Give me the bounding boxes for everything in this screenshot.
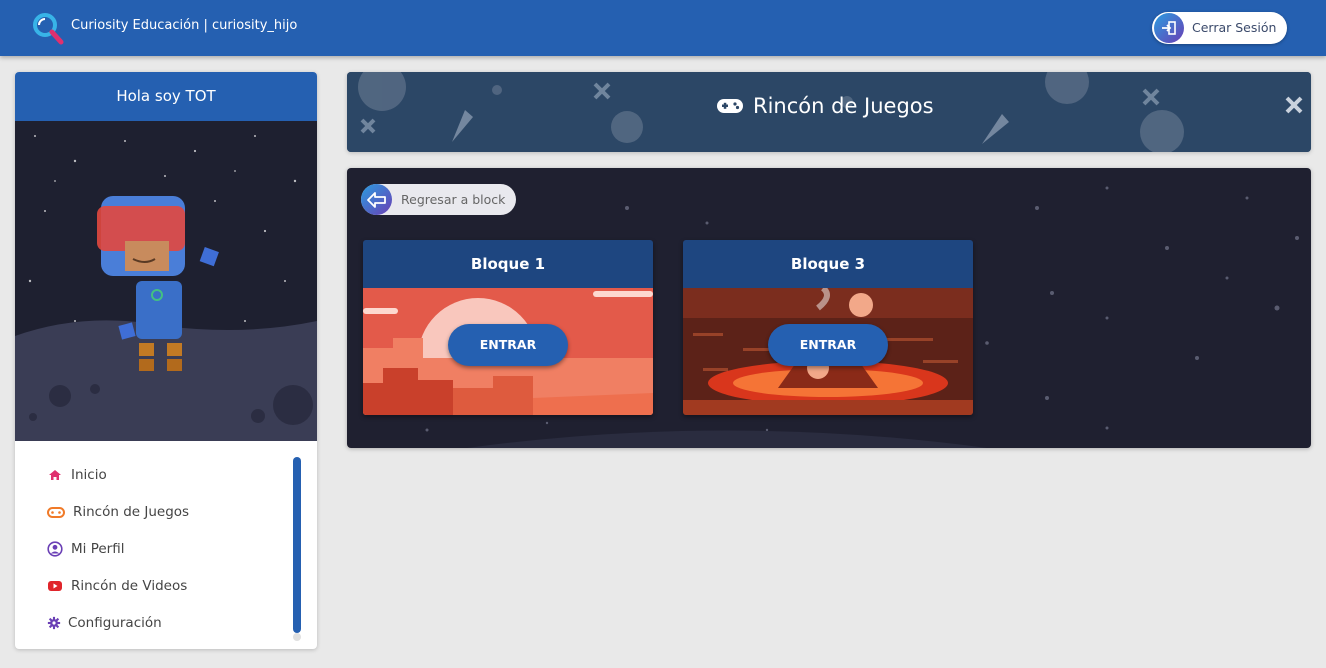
sidebar-item-label: Configuración	[68, 615, 162, 631]
sidebar-item-label: Rincón de Videos	[71, 578, 188, 594]
banner-title: Rincón de Juegos	[717, 94, 934, 118]
user-circle-icon	[47, 541, 63, 557]
sidebar-item-rincon-de-juegos[interactable]: Rincón de Juegos	[47, 500, 189, 524]
block-card-title: Bloque 3	[683, 240, 973, 288]
logout-button[interactable]: Cerrar Sesión	[1152, 12, 1287, 44]
sidebar-item-label: Mi Perfil	[71, 541, 125, 557]
sidebar-item-label: Rincón de Juegos	[73, 504, 190, 520]
close-icon[interactable]	[1285, 96, 1303, 114]
back-to-block-button[interactable]: Regresar a block	[361, 184, 516, 215]
sidebar-item-inicio[interactable]: Inicio	[47, 463, 107, 487]
youtube-icon	[48, 581, 62, 591]
sidebar-greeting: Hola soy TOT	[15, 72, 317, 121]
avatar-illustration	[15, 121, 317, 441]
sidebar-item-configuracion[interactable]: Configuración	[47, 611, 162, 635]
home-icon	[49, 470, 61, 480]
gamepad-icon	[717, 99, 743, 113]
logout-icon	[1154, 13, 1184, 43]
back-button-label: Regresar a block	[401, 192, 506, 207]
block-card: Bloque 1 ENTRAR	[363, 240, 653, 415]
sidebar: Hola soy TOT Inicio Rincón de Juegos Mi …	[15, 72, 317, 649]
page-banner: Rincón de Juegos	[347, 72, 1311, 152]
sidebar-item-mi-perfil[interactable]: Mi Perfil	[47, 537, 124, 561]
enter-button[interactable]: ENTRAR	[448, 324, 568, 366]
block-card: Bloque 3 ENTRAR	[683, 240, 973, 415]
gear-icon	[47, 616, 61, 630]
blocks-panel: Regresar a block Bloque 1 ENTRAR Bloque …	[347, 168, 1311, 448]
curiosity-logo-icon	[33, 13, 64, 45]
brand-title: Curiosity Educación | curiosity_hijo	[71, 18, 298, 33]
logout-label: Cerrar Sesión	[1192, 20, 1277, 35]
banner-title-text: Rincón de Juegos	[753, 94, 934, 118]
block-card-title: Bloque 1	[363, 240, 653, 288]
sidebar-item-rincon-de-videos[interactable]: Rincón de Videos	[47, 574, 187, 598]
sidebar-nav: Inicio Rincón de Juegos Mi Perfil Rincón…	[15, 441, 317, 649]
back-arrow-icon	[361, 184, 392, 215]
sidebar-scrollbar-track	[293, 633, 301, 641]
gamepad-icon	[47, 507, 65, 518]
top-bar: Curiosity Educación | curiosity_hijo Cer…	[0, 0, 1326, 56]
sidebar-item-label: Inicio	[71, 467, 107, 483]
sidebar-scrollbar[interactable]	[293, 457, 301, 633]
enter-button[interactable]: ENTRAR	[768, 324, 888, 366]
